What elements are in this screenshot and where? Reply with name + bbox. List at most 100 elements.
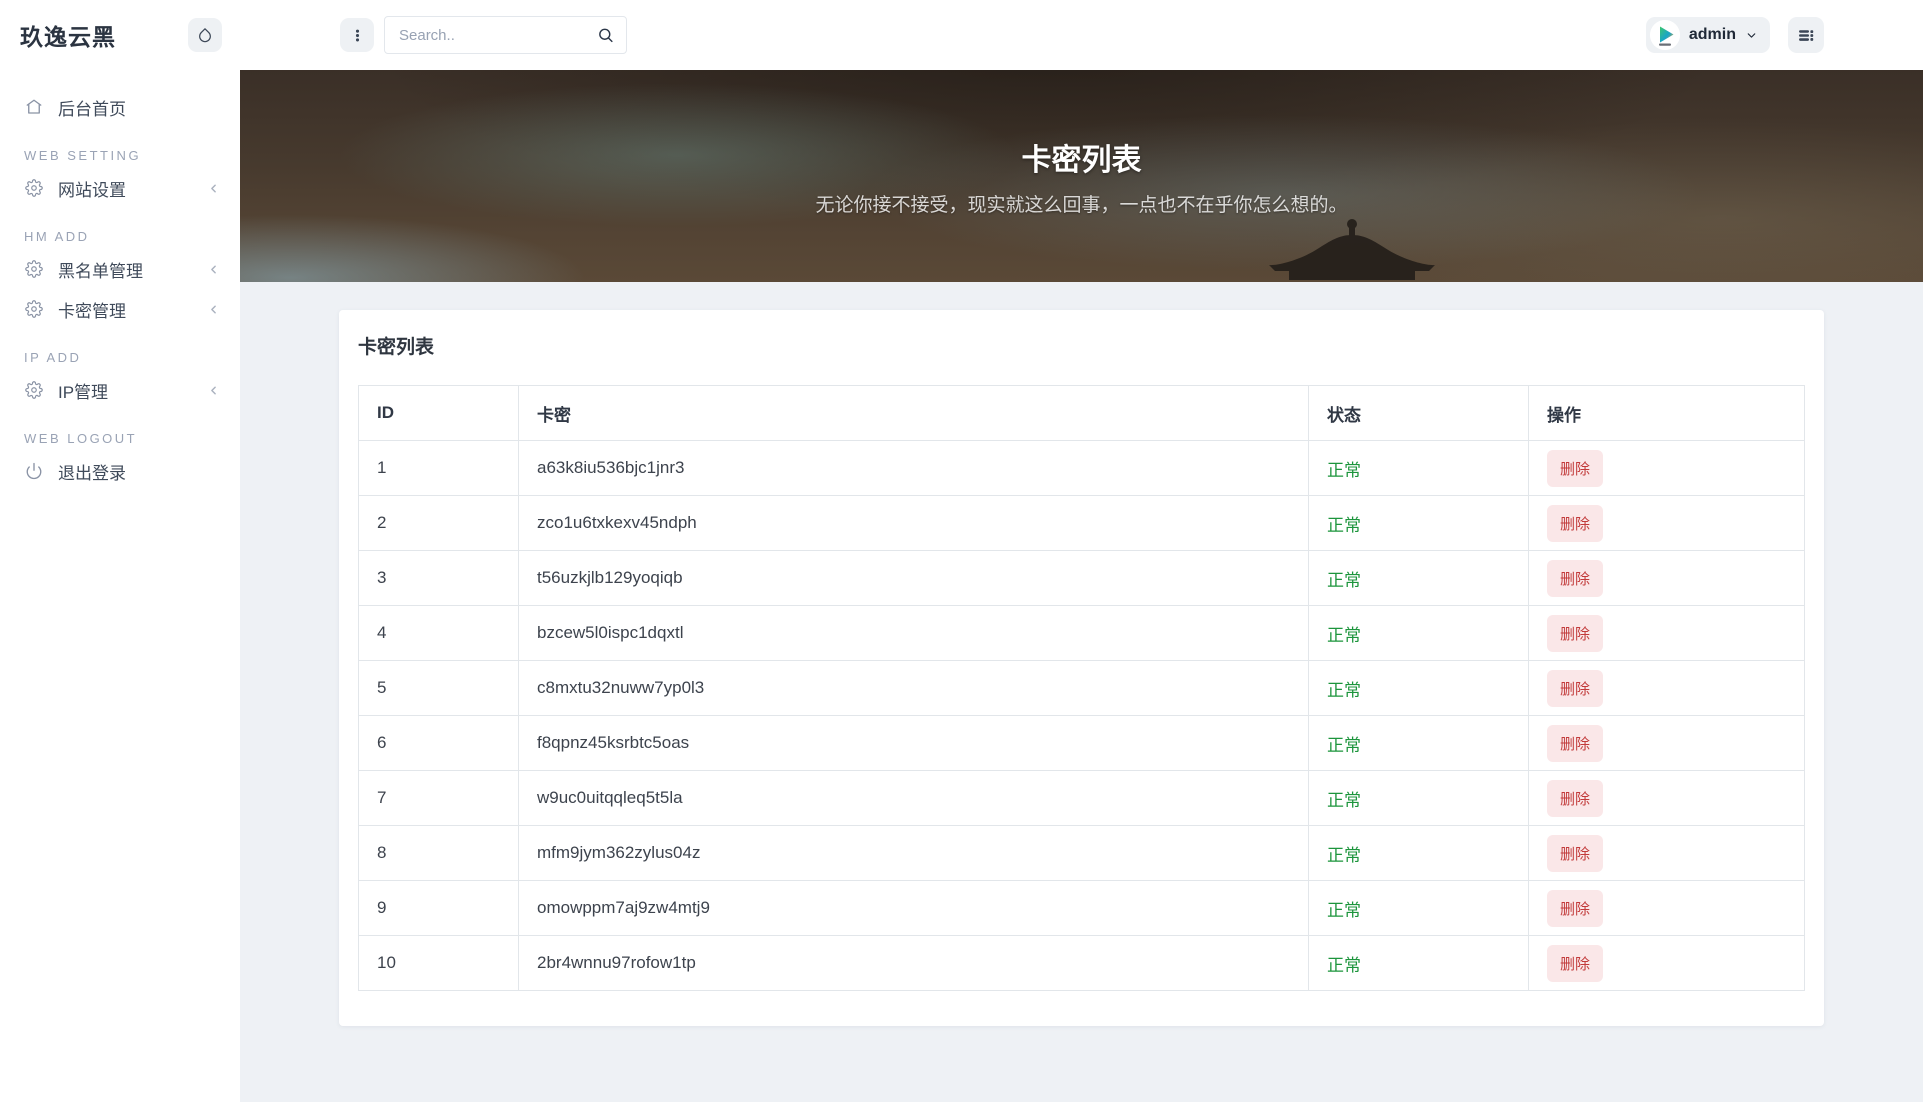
avatar (1649, 20, 1680, 50)
status-badge: 正常 (1327, 460, 1361, 480)
sidebar-item-site-settings[interactable]: 网站设置 (0, 168, 240, 208)
status-badge: 正常 (1327, 625, 1361, 645)
search-input[interactable] (384, 16, 627, 54)
status-cell: 正常 (1308, 825, 1529, 881)
card-key-cell: c8mxtu32nuww7yp0l3 (518, 660, 1309, 716)
status-cell: 正常 (1308, 660, 1529, 716)
row-id-cell: 5 (358, 660, 519, 716)
delete-button[interactable]: 删除 (1547, 834, 1604, 872)
action-cell: 删除 (1528, 715, 1805, 771)
table-row: 6 f8qpnz45ksrbtc5oas 正常 删除 (358, 715, 1805, 771)
delete-button[interactable]: 删除 (1547, 889, 1604, 927)
card-key-cell: t56uzkjlb129yoqiqb (518, 550, 1309, 606)
delete-button[interactable]: 删除 (1547, 779, 1604, 817)
sidebar-nav: 后台首页 WEB SETTING 网站设置 HM ADD 黑名单管理 卡密管理 … (0, 70, 240, 491)
header-actions: 操作 (1528, 385, 1805, 441)
topbar: admin (240, 0, 1923, 70)
card-key-cell: zco1u6txkexv45ndph (518, 495, 1309, 551)
delete-button[interactable]: 删除 (1547, 724, 1604, 762)
table-row: 5 c8mxtu32nuww7yp0l3 正常 删除 (358, 660, 1805, 716)
sidebar-item-label: 退出登录 (58, 463, 126, 483)
card-key-cell: a63k8iu536bjc1jnr3 (518, 440, 1309, 496)
status-badge: 正常 (1327, 680, 1361, 700)
power-icon (24, 462, 43, 480)
row-id-cell: 7 (358, 770, 519, 826)
sidebar: 玖逸云黑 后台首页 WEB SETTING 网站设置 HM ADD 黑名单管理 … (0, 0, 240, 1102)
delete-button[interactable]: 删除 (1547, 559, 1604, 597)
status-cell: 正常 (1308, 605, 1529, 661)
status-badge: 正常 (1327, 900, 1361, 920)
hero-banner: 卡密列表 无论你接不接受，现实就这么回事，一点也不在乎你怎么想的。 (240, 70, 1923, 282)
sidebar-section-web-logout: WEB LOGOUT (24, 431, 138, 446)
row-id-cell: 10 (358, 935, 519, 991)
delete-button[interactable]: 删除 (1547, 449, 1604, 487)
sidebar-item-label: 网站设置 (58, 180, 126, 200)
action-cell: 删除 (1528, 660, 1805, 716)
status-cell: 正常 (1308, 495, 1529, 551)
kami-table: ID 卡密 状态 操作 1 a63k8iu536bjc1jnr3 正常 删除 2… (358, 385, 1805, 991)
page-title: 卡密列表 (1021, 144, 1142, 177)
more-options-button[interactable] (340, 18, 374, 52)
table-row: 7 w9uc0uitqqleq5t5la 正常 删除 (358, 770, 1805, 826)
sidebar-item-label: 卡密管理 (58, 301, 126, 321)
row-id-cell: 2 (358, 495, 519, 551)
card-title: 卡密列表 (358, 337, 435, 358)
header-status: 状态 (1308, 385, 1529, 441)
header-key: 卡密 (518, 385, 1309, 441)
chevron-left-icon (207, 263, 220, 276)
card-key-cell: f8qpnz45ksrbtc5oas (518, 715, 1309, 771)
pagoda-silhouette-icon (1267, 216, 1437, 282)
action-cell: 删除 (1528, 825, 1805, 881)
action-cell: 删除 (1528, 495, 1805, 551)
page-subtitle: 无论你接不接受，现实就这么回事，一点也不在乎你怎么想的。 (815, 195, 1348, 216)
status-cell: 正常 (1308, 935, 1529, 991)
delete-button[interactable]: 删除 (1547, 504, 1604, 542)
dots-vertical-icon (350, 28, 365, 43)
status-cell: 正常 (1308, 550, 1529, 606)
main-area: admin (240, 0, 1923, 1102)
chevron-left-icon (207, 303, 220, 316)
chevron-down-icon (1745, 29, 1758, 42)
row-id-cell: 6 (358, 715, 519, 771)
gear-icon (24, 260, 43, 278)
status-badge: 正常 (1327, 955, 1361, 975)
home-icon (24, 98, 43, 116)
table-row: 1 a63k8iu536bjc1jnr3 正常 删除 (358, 440, 1805, 496)
chevron-left-icon (207, 384, 220, 397)
table-row: 9 omowppm7aj9zw4mtj9 正常 删除 (358, 880, 1805, 936)
status-cell: 正常 (1308, 880, 1529, 936)
row-id-cell: 4 (358, 605, 519, 661)
status-badge: 正常 (1327, 735, 1361, 755)
action-cell: 删除 (1528, 605, 1805, 661)
sidebar-item-label: 后台首页 (58, 99, 126, 119)
sidebar-section-hm-add: HM ADD (24, 229, 90, 244)
kami-list-card: 卡密列表 ID 卡密 状态 操作 1 a63k8iu536bjc1jnr3 正常… (339, 310, 1824, 1026)
sidebar-item-logout[interactable]: 退出登录 (0, 451, 240, 491)
sidebar-section-ip-add: IP ADD (24, 350, 82, 365)
table-row: 8 mfm9jym362zylus04z 正常 删除 (358, 825, 1805, 881)
sidebar-section-web-setting: WEB SETTING (24, 148, 142, 163)
status-cell: 正常 (1308, 715, 1529, 771)
layout-toggle-button[interactable] (1788, 17, 1824, 53)
table-row: 2 zco1u6txkexv45ndph 正常 删除 (358, 495, 1805, 551)
sidebar-item-ip-manage[interactable]: IP管理 (0, 370, 240, 410)
sidebar-item-kami-manage[interactable]: 卡密管理 (0, 289, 240, 329)
droplet-icon (197, 27, 213, 43)
droplet-toggle-button[interactable] (188, 18, 222, 52)
sidebar-item-dashboard[interactable]: 后台首页 (0, 87, 240, 127)
table-row: 4 bzcew5l0ispc1dqxtl 正常 删除 (358, 605, 1805, 661)
delete-button[interactable]: 删除 (1547, 669, 1604, 707)
sidebar-item-label: IP管理 (58, 382, 109, 402)
row-id-cell: 1 (358, 440, 519, 496)
gear-icon (24, 381, 43, 399)
status-cell: 正常 (1308, 440, 1529, 496)
card-key-cell: omowppm7aj9zw4mtj9 (518, 880, 1309, 936)
status-badge: 正常 (1327, 515, 1361, 535)
sidebar-item-blacklist[interactable]: 黑名单管理 (0, 249, 240, 289)
delete-button[interactable]: 删除 (1547, 944, 1604, 982)
card-key-cell: mfm9jym362zylus04z (518, 825, 1309, 881)
delete-button[interactable]: 删除 (1547, 614, 1604, 652)
header-id: ID (358, 385, 519, 441)
row-id-cell: 9 (358, 880, 519, 936)
user-menu-button[interactable]: admin (1645, 17, 1770, 53)
